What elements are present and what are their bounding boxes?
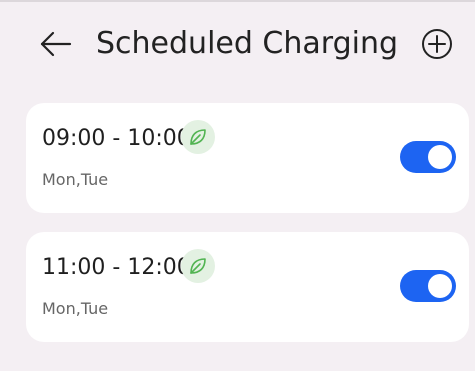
leaf-icon xyxy=(190,129,206,145)
top-divider xyxy=(0,0,475,2)
page-title: Scheduled Charging xyxy=(96,26,399,61)
schedule-toggle[interactable] xyxy=(400,141,456,173)
schedule-time-range: 09:00 - 10:00 xyxy=(42,126,191,151)
schedule-time-range: 11:00 - 12:00 xyxy=(42,255,191,280)
eco-badge xyxy=(181,120,215,154)
app-header: Scheduled Charging xyxy=(0,12,475,78)
leaf-icon xyxy=(190,258,206,274)
schedule-card[interactable]: 11:00 - 12:00 Mon,Tue xyxy=(26,232,469,342)
toggle-knob xyxy=(428,145,452,169)
schedule-days: Mon,Tue xyxy=(42,170,109,189)
eco-badge xyxy=(181,249,215,283)
schedule-card[interactable]: 09:00 - 10:00 Mon,Tue xyxy=(26,103,469,213)
add-circle-icon[interactable] xyxy=(418,25,456,63)
back-arrow-icon[interactable] xyxy=(38,26,74,62)
schedule-days: Mon,Tue xyxy=(42,299,109,318)
schedule-toggle[interactable] xyxy=(400,270,456,302)
toggle-knob xyxy=(428,274,452,298)
